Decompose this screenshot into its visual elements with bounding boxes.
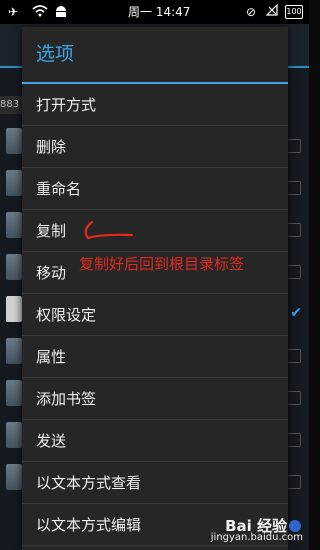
- menu-item-properties[interactable]: 属性: [22, 336, 288, 378]
- folder-icon: [6, 128, 22, 154]
- alarm-off-icon: ⊘: [246, 5, 257, 19]
- folder-icon: [6, 212, 22, 238]
- android-icon: [54, 4, 68, 22]
- folder-icon: [6, 380, 22, 406]
- menu-item-delete[interactable]: 删除: [22, 126, 288, 168]
- menu-item-permissions[interactable]: 权限设定: [22, 294, 288, 336]
- status-bar: ✈ 周一 14:47 ⊘ 100: [0, 0, 309, 24]
- status-time: 周一 14:47: [128, 5, 191, 19]
- menu-item-open-with[interactable]: 打开方式: [22, 84, 288, 126]
- menu-item-copy[interactable]: 复制: [22, 210, 288, 252]
- annotation-text: 复制好后回到根目录标签: [79, 255, 245, 273]
- annotation-arrow-icon: [84, 220, 134, 240]
- options-dialog: 选项 打开方式 删除 重命名 复制 移动 权限设定 属性 添加书签 发送 以文本…: [22, 27, 288, 550]
- row-checkbox[interactable]: [287, 223, 301, 237]
- folder-icon: [6, 254, 22, 280]
- menu-item-add-bookmark[interactable]: 添加书签: [22, 378, 288, 420]
- folder-icon: [6, 464, 22, 490]
- baidu-watermark: Bai 经验 jingyan.baidu.com: [210, 518, 303, 545]
- file-icon: [6, 296, 22, 322]
- watermark-sub: jingyan.baidu.com: [210, 532, 303, 543]
- menu-item-send[interactable]: 发送: [22, 420, 288, 462]
- row-checkbox[interactable]: [287, 349, 301, 363]
- menu-item-rename[interactable]: 重命名: [22, 168, 288, 210]
- row-checkbox[interactable]: [287, 391, 301, 405]
- folder-icon: [6, 338, 22, 364]
- watermark-main: Bai 经验: [211, 518, 303, 533]
- folder-icon: [6, 422, 22, 448]
- checkmark-icon[interactable]: ✔: [290, 305, 302, 321]
- no-signal-icon: [265, 3, 278, 20]
- dialog-title: 选项: [22, 27, 288, 84]
- folder-icon: [6, 170, 22, 196]
- wifi-icon: [32, 4, 48, 22]
- row-checkbox[interactable]: [287, 433, 301, 447]
- row-checkbox[interactable]: [287, 265, 301, 279]
- menu-item-view-as-text[interactable]: 以文本方式查看: [22, 462, 288, 504]
- row-checkbox[interactable]: [287, 475, 301, 489]
- row-checkbox[interactable]: [287, 181, 301, 195]
- row-checkbox[interactable]: [287, 139, 301, 153]
- paw-icon: [289, 520, 301, 532]
- airplane-icon: ✈: [8, 5, 19, 19]
- battery-icon: 100: [285, 5, 303, 19]
